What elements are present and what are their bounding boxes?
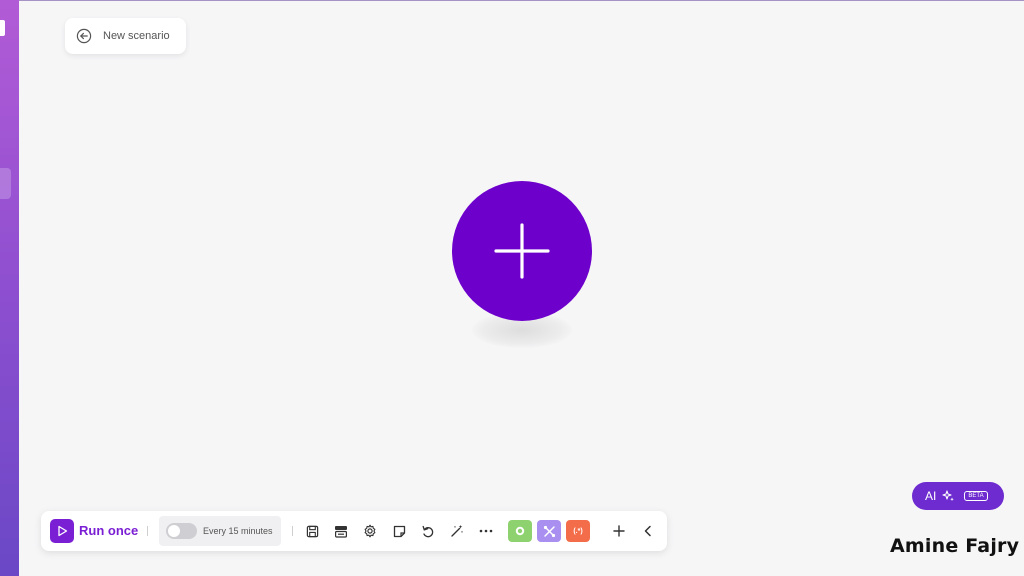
scenario-name[interactable]: New scenario (103, 30, 170, 42)
undo-icon[interactable] (419, 522, 437, 540)
play-icon (58, 525, 68, 537)
run-once-label[interactable]: Run once (79, 523, 138, 538)
bottom-toolbar: Run once Every 15 minutes (.*) (41, 511, 667, 551)
ai-label: AI (925, 489, 937, 503)
text-parser-icon[interactable]: (.*) (566, 520, 590, 542)
sidebar-logo-mark (0, 20, 5, 36)
plus-icon[interactable] (610, 522, 628, 540)
sparkle-icon (942, 490, 955, 502)
router-icon[interactable] (508, 520, 532, 542)
divider (147, 526, 148, 536)
sidebar-collapse-tab[interactable] (0, 168, 11, 199)
scheduling-toggle[interactable] (166, 523, 197, 539)
note-icon[interactable] (390, 522, 408, 540)
back-to-scenarios-button[interactable]: New scenario (65, 18, 186, 54)
author-watermark: Amine Fajry (890, 535, 1020, 557)
chevron-left-icon[interactable] (639, 522, 657, 540)
run-once-button[interactable] (50, 519, 74, 543)
settings-gear-icon[interactable] (361, 522, 379, 540)
add-first-module-button[interactable] (452, 181, 592, 321)
divider (292, 526, 293, 536)
save-icon[interactable] (303, 522, 321, 540)
beta-badge: BETA (964, 491, 988, 501)
left-sidebar-strip (0, 0, 19, 576)
top-border (19, 0, 1024, 1)
tools-icon[interactable] (537, 520, 561, 542)
ai-assistant-button[interactable]: AI BETA (912, 482, 1004, 510)
more-dots-icon[interactable] (477, 522, 495, 540)
toggle-knob (168, 525, 180, 537)
text-parser-label: (.*) (573, 527, 583, 535)
magic-wand-icon[interactable] (448, 522, 466, 540)
device-icon[interactable] (332, 522, 350, 540)
plus-icon (494, 223, 550, 279)
arrow-left-circle-icon[interactable] (76, 28, 92, 44)
schedule-label[interactable]: Every 15 minutes (203, 526, 273, 536)
